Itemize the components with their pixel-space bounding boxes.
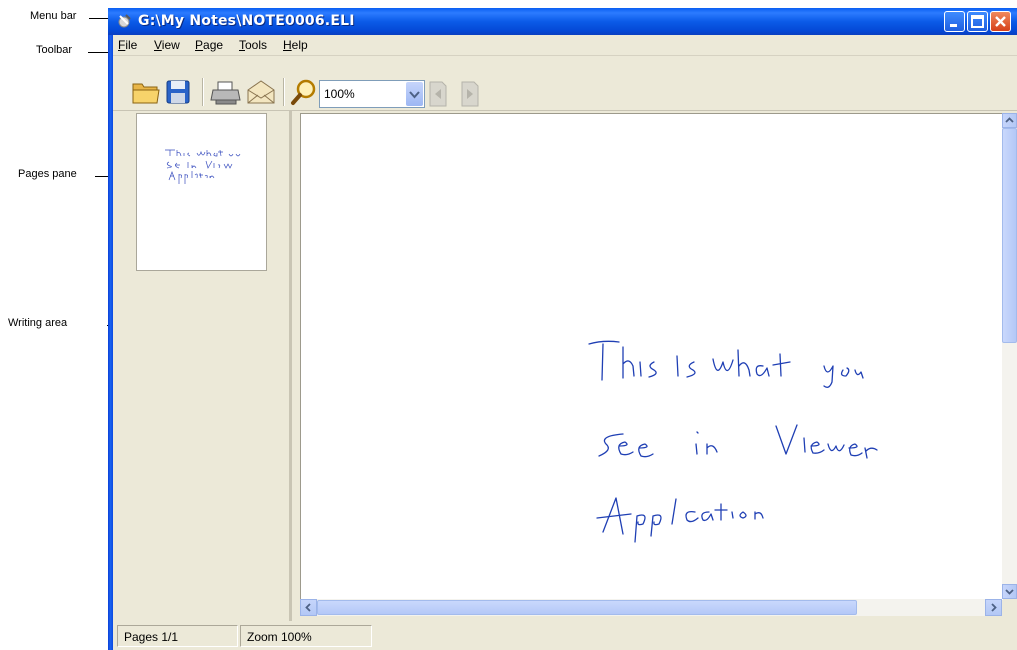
- menu-file[interactable]: File: [118, 38, 137, 52]
- menu-view[interactable]: View: [154, 38, 180, 52]
- status-pages: Pages 1/1: [117, 625, 238, 647]
- print-icon[interactable]: [210, 78, 242, 106]
- status-bar: Pages 1/1 Zoom 100%: [113, 621, 1017, 650]
- thumbnail-handwriting: [165, 149, 241, 184]
- toolbar: 100%: [113, 56, 1017, 111]
- menu-page[interactable]: Page: [195, 38, 223, 52]
- maximize-button[interactable]: [967, 11, 988, 32]
- zoom-icon[interactable]: [290, 78, 318, 106]
- leader-line-toolbar: [88, 52, 109, 53]
- window-title: G:\My Notes\NOTE0006.ELI: [138, 13, 355, 29]
- horizontal-scroll-thumb[interactable]: [317, 600, 857, 615]
- chevron-down-icon: [1005, 589, 1014, 595]
- pages-pane: [113, 111, 292, 621]
- menu-tools[interactable]: Tools: [239, 38, 267, 52]
- chevron-down-icon: [409, 91, 420, 99]
- zoom-level-value: 100%: [324, 87, 355, 101]
- chevron-right-icon: [991, 603, 997, 612]
- writing-area[interactable]: [300, 113, 1003, 600]
- previous-page-icon[interactable]: [427, 80, 449, 108]
- toolbar-separator: [283, 78, 285, 106]
- callout-pages-pane: Pages pane: [18, 168, 77, 180]
- menu-help[interactable]: Help: [283, 38, 308, 52]
- minimize-button[interactable]: [944, 11, 965, 32]
- pen-app-icon: [118, 14, 131, 28]
- application-window: G:\My Notes\NOTE0006.ELI File View Page …: [108, 8, 1017, 650]
- menu-bar: File View Page Tools Help: [113, 35, 1017, 56]
- callout-toolbar: Toolbar: [36, 44, 73, 56]
- horizontal-scrollbar[interactable]: [300, 599, 1002, 616]
- handwriting-strokes: [588, 340, 878, 543]
- close-icon: [995, 16, 1006, 27]
- save-icon[interactable]: [165, 78, 191, 106]
- close-button[interactable]: [990, 11, 1011, 32]
- zoom-dropdown-button[interactable]: [406, 82, 423, 106]
- scroll-right-button[interactable]: [985, 599, 1002, 616]
- scroll-down-button[interactable]: [1002, 584, 1017, 599]
- leader-line-menu-bar: [89, 18, 109, 19]
- email-icon[interactable]: [245, 78, 277, 106]
- status-zoom: Zoom 100%: [240, 625, 372, 647]
- minimize-icon: [950, 24, 957, 27]
- open-folder-icon[interactable]: [131, 78, 161, 106]
- callout-menu-bar: Menu bar: [30, 10, 77, 22]
- zoom-level-select[interactable]: 100%: [319, 80, 425, 108]
- scroll-left-button[interactable]: [300, 599, 317, 616]
- vertical-scrollbar[interactable]: [1002, 113, 1017, 599]
- maximize-icon: [971, 15, 984, 28]
- scroll-up-button[interactable]: [1002, 113, 1017, 128]
- next-page-icon[interactable]: [459, 80, 481, 108]
- callout-writing-area: Writing area: [8, 317, 68, 329]
- chevron-left-icon: [305, 603, 311, 612]
- toolbar-separator: [202, 78, 204, 106]
- page-thumbnail[interactable]: [136, 113, 267, 271]
- chevron-up-icon: [1005, 117, 1014, 123]
- title-bar[interactable]: G:\My Notes\NOTE0006.ELI: [108, 8, 1017, 35]
- vertical-scroll-thumb[interactable]: [1002, 128, 1017, 343]
